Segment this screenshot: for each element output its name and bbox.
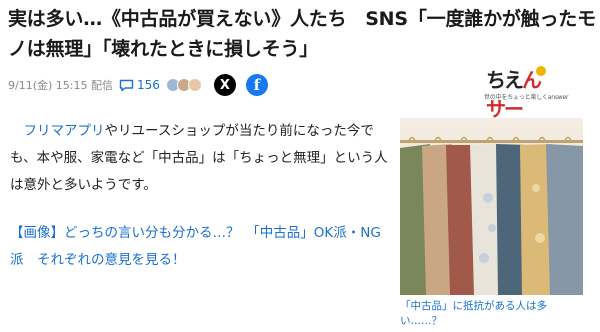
comments-link[interactable]: 156: [119, 78, 160, 92]
logo-text-part1: ちえ: [486, 68, 524, 92]
speech-bubble-icon: [119, 79, 134, 91]
image-gallery-link[interactable]: 【画像】どっちの言い分も分かる…？ 「中古品」OK派・NG派 それぞれの意見を見…: [10, 220, 388, 274]
logo-mascot-icon: [536, 66, 546, 76]
publisher-logo[interactable]: ちえんサー 世の中をちょっと楽しくanswer: [484, 64, 569, 121]
commenter-avatars: [165, 78, 202, 92]
photo-caption[interactable]: 「中古品」に抵抗がある人は多い……？: [400, 299, 583, 329]
article-body: フリマアプリやリユースショップが当たり前になった今でも、本や服、家電など「中古品…: [10, 118, 388, 199]
article-photo[interactable]: [400, 118, 583, 295]
comment-count: 156: [136, 78, 160, 92]
publisher-logo-subtitle: 世の中をちょっと楽しくanswer: [484, 94, 569, 101]
clothing-rack-image: [400, 118, 583, 295]
flea-market-app-link[interactable]: フリマアプリ: [24, 123, 105, 139]
article-meta: 9/11(金) 15:15 配信 156 X f: [8, 72, 278, 98]
publish-date: 9/11(金) 15:15 配信: [8, 79, 113, 92]
facebook-logo-icon: f: [253, 76, 261, 94]
avatar: [187, 78, 202, 92]
share-x-button[interactable]: X: [213, 74, 236, 96]
article-headline: 実は多い…《中古品が買えない》人たち SNS「一度誰かが触ったモノは無理」「壊れ…: [8, 8, 596, 60]
x-logo-icon: X: [219, 77, 230, 93]
share-facebook-button[interactable]: f: [245, 74, 268, 96]
